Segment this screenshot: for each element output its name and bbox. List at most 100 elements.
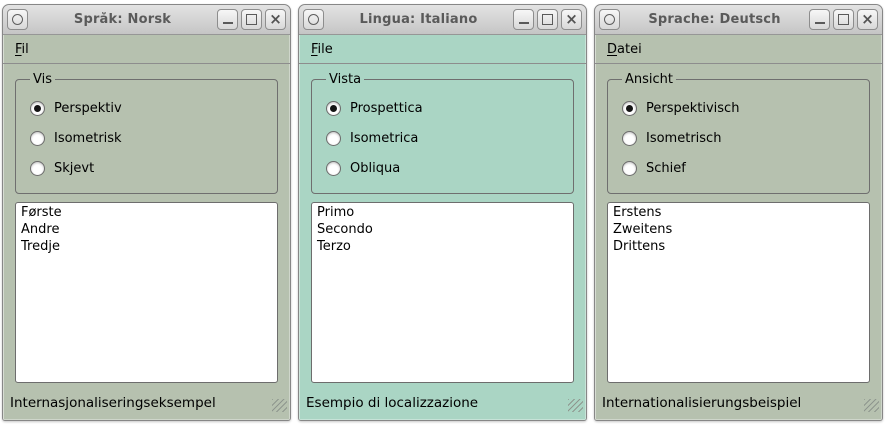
radio-label: Isometrica	[350, 131, 418, 146]
titlebar[interactable]: Sprache: Deutsch ×	[595, 5, 882, 35]
status-text: Internationalisierungsbeispiel	[602, 395, 801, 411]
desktop: Språk: Norsk × Fil Vis Perspektiv	[0, 0, 886, 421]
resize-grip-icon[interactable]	[272, 399, 287, 412]
window-content: Vista Prospettica Isometrica Obliqua	[299, 64, 586, 390]
window-norsk: Språk: Norsk × Fil Vis Perspektiv	[2, 4, 291, 421]
radio-option-perspective[interactable]: Perspektivisch	[622, 101, 859, 116]
maximize-icon	[246, 14, 257, 25]
titlebar[interactable]: Lingua: Italiano ×	[299, 5, 586, 35]
maximize-button[interactable]	[241, 9, 262, 30]
minimize-icon	[519, 22, 529, 24]
window-body: File Vista Prospettica Isometrica Obl	[299, 35, 586, 420]
radio-option-isometric[interactable]: Isometrica	[326, 131, 563, 146]
menu-file[interactable]: File	[311, 42, 333, 57]
window-controls: ×	[217, 9, 286, 30]
groupbox-label: Vis	[30, 72, 55, 87]
close-button[interactable]: ×	[265, 9, 286, 30]
radio-label: Perspektivisch	[646, 101, 739, 116]
minimize-icon	[815, 22, 825, 24]
close-icon: ×	[861, 12, 874, 27]
statusbar: Internationalisierungsbeispiel	[595, 390, 882, 420]
close-icon: ×	[565, 12, 578, 27]
listbox[interactable]: Erstens Zweitens Drittens	[607, 202, 870, 383]
list-item[interactable]: Drittens	[613, 238, 864, 255]
groupbox-label: Ansicht	[622, 72, 676, 87]
window-menu-icon	[308, 14, 319, 25]
statusbar: Internasjonaliseringseksempel	[3, 390, 290, 420]
radio-option-perspective[interactable]: Prospettica	[326, 101, 563, 116]
menubar: File	[299, 35, 586, 64]
list-item[interactable]: Secondo	[317, 221, 568, 238]
window-body: Fil Vis Perspektiv Isometrisk Skjevt	[3, 35, 290, 420]
maximize-icon	[838, 14, 849, 25]
status-text: Internasjonaliseringseksempel	[10, 395, 216, 411]
radio-label: Obliqua	[350, 161, 400, 176]
list-item[interactable]: Terzo	[317, 238, 568, 255]
window-content: Ansicht Perspektivisch Isometrisch Schie…	[595, 64, 882, 390]
radio-unselected-icon	[30, 161, 45, 176]
window-italiano: Lingua: Italiano × File Vista Prospettic…	[298, 4, 587, 421]
window-menu-button[interactable]	[7, 9, 28, 30]
list-item[interactable]: Zweitens	[613, 221, 864, 238]
list-item[interactable]: Første	[21, 204, 272, 221]
radio-option-oblique[interactable]: Schief	[622, 161, 859, 176]
maximize-icon	[542, 14, 553, 25]
menubar: Fil	[3, 35, 290, 64]
menu-file[interactable]: Datei	[607, 42, 642, 57]
radio-option-oblique[interactable]: Skjevt	[30, 161, 267, 176]
radio-option-isometric[interactable]: Isometrisch	[622, 131, 859, 146]
window-menu-icon	[604, 14, 615, 25]
list-item[interactable]: Primo	[317, 204, 568, 221]
titlebar[interactable]: Språk: Norsk ×	[3, 5, 290, 35]
list-item[interactable]: Erstens	[613, 204, 864, 221]
resize-grip-icon[interactable]	[568, 399, 583, 412]
maximize-button[interactable]	[537, 9, 558, 30]
window-controls: ×	[809, 9, 878, 30]
window-body: Datei Ansicht Perspektivisch Isometrisch	[595, 35, 882, 420]
radio-selected-icon	[622, 101, 637, 116]
window-title: Lingua: Italiano	[328, 12, 509, 27]
window-menu-button[interactable]	[303, 9, 324, 30]
minimize-button[interactable]	[217, 9, 238, 30]
status-text: Esempio di localizzazione	[306, 395, 478, 411]
radio-unselected-icon	[622, 161, 637, 176]
radio-label: Isometrisch	[646, 131, 721, 146]
radio-option-perspective[interactable]: Perspektiv	[30, 101, 267, 116]
window-menu-icon	[12, 14, 23, 25]
radio-option-isometric[interactable]: Isometrisk	[30, 131, 267, 146]
window-title: Sprache: Deutsch	[624, 12, 805, 27]
window-deutsch: Sprache: Deutsch × Datei Ansicht Perspek…	[594, 4, 883, 421]
resize-grip-icon[interactable]	[864, 399, 879, 412]
radio-unselected-icon	[30, 131, 45, 146]
groupbox-label: Vista	[326, 72, 364, 87]
radio-unselected-icon	[326, 131, 341, 146]
menu-file[interactable]: Fil	[15, 42, 29, 57]
minimize-button[interactable]	[513, 9, 534, 30]
radio-label: Schief	[646, 161, 686, 176]
radio-option-oblique[interactable]: Obliqua	[326, 161, 563, 176]
radio-unselected-icon	[622, 131, 637, 146]
radio-selected-icon	[326, 101, 341, 116]
radio-label: Perspektiv	[54, 101, 122, 116]
view-groupbox: Vista Prospettica Isometrica Obliqua	[311, 72, 574, 194]
window-controls: ×	[513, 9, 582, 30]
list-item[interactable]: Tredje	[21, 238, 272, 255]
radio-label: Skjevt	[54, 161, 94, 176]
list-item[interactable]: Andre	[21, 221, 272, 238]
listbox[interactable]: Primo Secondo Terzo	[311, 202, 574, 383]
close-button[interactable]: ×	[561, 9, 582, 30]
close-icon: ×	[269, 12, 282, 27]
window-title: Språk: Norsk	[32, 12, 213, 27]
minimize-button[interactable]	[809, 9, 830, 30]
view-groupbox: Vis Perspektiv Isometrisk Skjevt	[15, 72, 278, 194]
minimize-icon	[223, 22, 233, 24]
view-groupbox: Ansicht Perspektivisch Isometrisch Schie…	[607, 72, 870, 194]
window-content: Vis Perspektiv Isometrisk Skjevt	[3, 64, 290, 390]
window-menu-button[interactable]	[599, 9, 620, 30]
close-button[interactable]: ×	[857, 9, 878, 30]
radio-unselected-icon	[326, 161, 341, 176]
maximize-button[interactable]	[833, 9, 854, 30]
listbox[interactable]: Første Andre Tredje	[15, 202, 278, 383]
radio-selected-icon	[30, 101, 45, 116]
radio-label: Isometrisk	[54, 131, 122, 146]
